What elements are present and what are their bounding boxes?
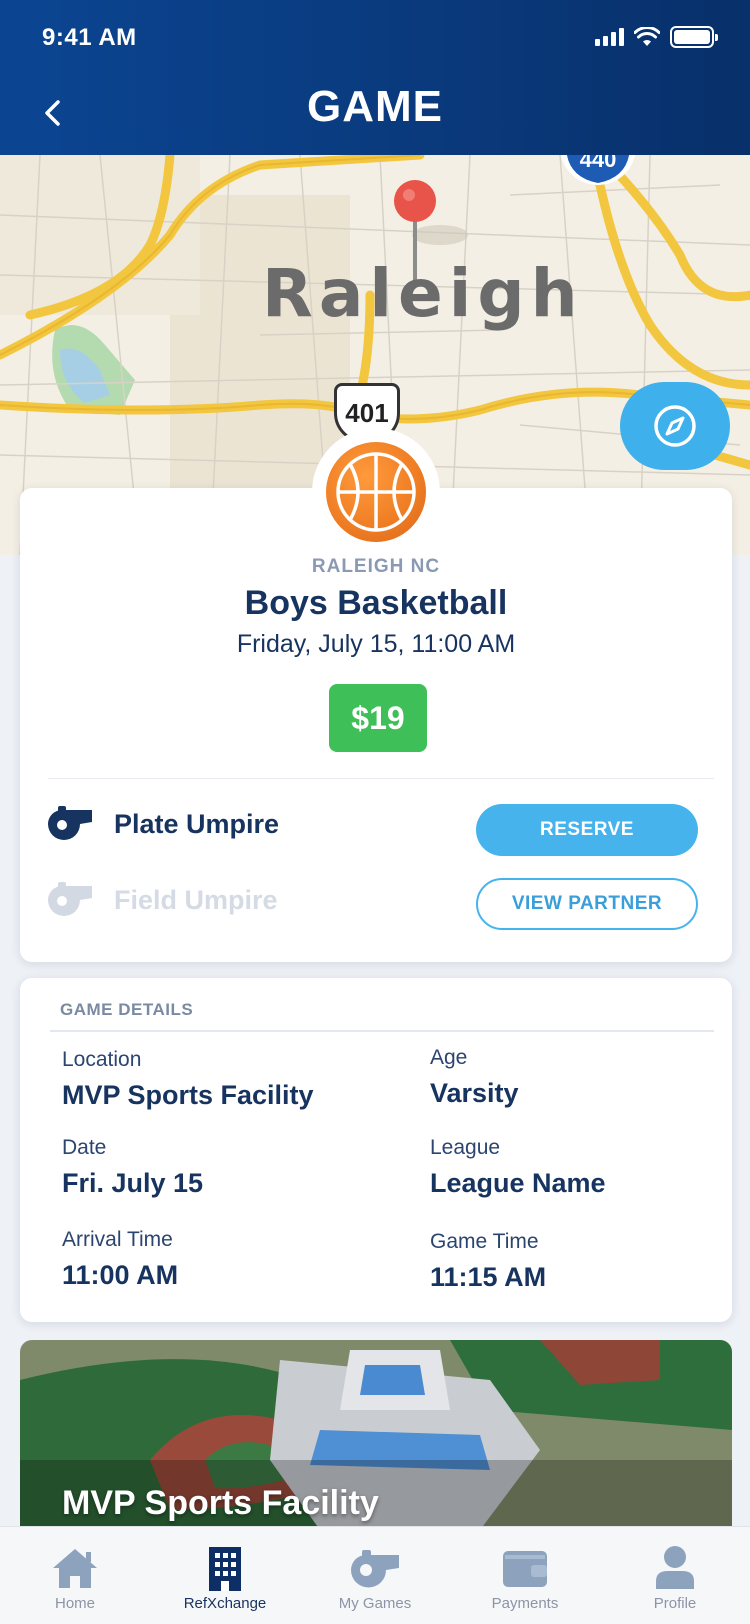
view-partner-button[interactable]: VIEW PARTNER	[476, 878, 698, 930]
divider	[50, 1030, 714, 1032]
status-time: 9:41 AM	[42, 24, 137, 51]
role-field-umpire: Field Umpire	[44, 882, 278, 918]
locate-button[interactable]	[620, 382, 730, 470]
reserve-button[interactable]: RESERVE	[476, 804, 698, 856]
role-label: Field Umpire	[114, 884, 278, 915]
whistle-icon	[351, 1550, 399, 1588]
detail-label: Arrival Time	[62, 1228, 173, 1251]
detail-label: League	[430, 1136, 501, 1159]
detail-value: League Name	[430, 1168, 606, 1198]
game-card: RALEIGH NC Boys Basketball Friday, July …	[20, 488, 732, 962]
game-location: RALEIGH NC	[311, 556, 441, 577]
compass-icon	[654, 405, 696, 447]
tab-label: RefXchange	[183, 1595, 267, 1612]
page-title: GAME	[307, 82, 443, 131]
tab-my-games[interactable]: My Games	[300, 1527, 450, 1624]
tab-label: Profile	[653, 1595, 697, 1612]
detail-label: Game Time	[430, 1230, 539, 1253]
tab-label: My Games	[338, 1595, 412, 1612]
svg-text:440: 440	[580, 155, 617, 172]
status-icons	[595, 26, 718, 48]
detail-value: 11:15 AM	[430, 1262, 547, 1292]
detail-league: League League Name	[430, 1136, 606, 1199]
detail-label: Date	[62, 1136, 107, 1159]
detail-value: 11:00 AM	[62, 1260, 179, 1290]
battery-icon	[670, 26, 718, 48]
detail-age: Age Varsity	[430, 1046, 519, 1109]
game-title: Boys Basketball	[244, 584, 508, 622]
tab-refxchange[interactable]: RefXchange	[150, 1527, 300, 1624]
tab-home[interactable]: Home	[0, 1527, 150, 1624]
detail-label: Location	[62, 1048, 142, 1071]
user-icon	[656, 1546, 694, 1589]
detail-value: MVP Sports Facility	[62, 1080, 314, 1110]
facility-image[interactable]: MVP Sports Facility	[20, 1340, 732, 1530]
building-icon	[209, 1547, 241, 1591]
game-datetime: Friday, July 15, 11:00 AM	[236, 630, 516, 658]
detail-value: Varsity	[430, 1078, 519, 1108]
detail-arrival-time: Arrival Time 11:00 AM	[62, 1228, 178, 1291]
divider	[48, 778, 714, 779]
tab-label: Payments	[491, 1595, 559, 1612]
whistle-icon	[48, 806, 92, 840]
wallet-icon	[503, 1551, 547, 1587]
detail-location: Location MVP Sports Facility	[62, 1048, 314, 1111]
basketball-icon	[326, 442, 426, 542]
facility-name: MVP Sports Facility	[62, 1484, 379, 1522]
price-badge: $19	[329, 684, 427, 752]
detail-game-time: Game Time 11:15 AM	[430, 1230, 546, 1293]
detail-value: Fri. July 15	[62, 1168, 204, 1198]
role-plate-umpire: Plate Umpire	[44, 806, 279, 842]
detail-date: Date Fri. July 15	[62, 1136, 203, 1199]
tab-bar: Home RefXchange My Games Payments Profil…	[0, 1526, 750, 1624]
map-city-label: Raleigh	[262, 255, 584, 332]
tab-payments[interactable]: Payments	[450, 1527, 600, 1624]
app-header: 9:41 AM GAME	[0, 0, 750, 155]
sport-badge	[312, 428, 440, 556]
home-icon	[53, 1549, 97, 1588]
role-label: Plate Umpire	[114, 808, 280, 839]
whistle-icon	[48, 882, 92, 916]
signal-icon	[595, 28, 624, 46]
wifi-icon	[634, 27, 660, 46]
game-details-card: GAME DETAILS Location MVP Sports Facilit…	[20, 978, 732, 1322]
tab-profile[interactable]: Profile	[600, 1527, 750, 1624]
details-heading: GAME DETAILS	[60, 1000, 194, 1019]
detail-label: Age	[430, 1046, 468, 1069]
tab-label: Home	[54, 1595, 95, 1612]
